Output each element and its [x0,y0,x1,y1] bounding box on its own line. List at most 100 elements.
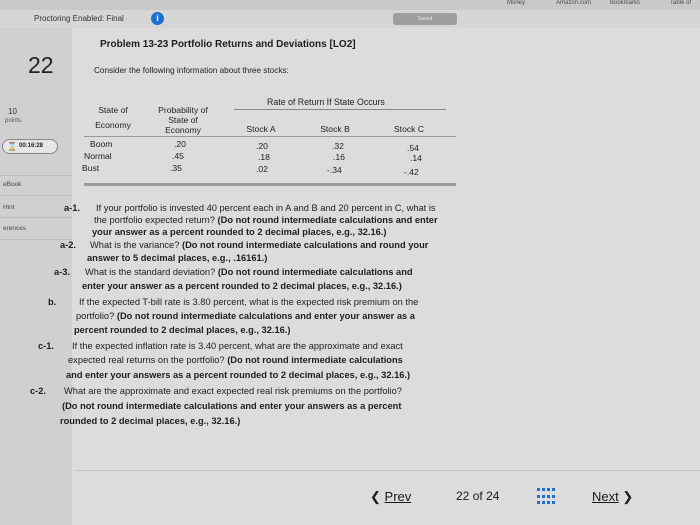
cell-stock-c: -.42 [404,167,419,177]
header-stock-a: Stock A [246,124,276,134]
question-text-part: expected real returns on the portfolio? [68,355,228,365]
cell-state: Normal [84,151,112,161]
page-indicator: 22 of 24 [456,489,499,503]
header-stock-c: Stock C [393,124,425,134]
question-instruction-text: your answer as a percent rounded to 2 de… [92,227,387,237]
cell-state: Boom [90,139,113,149]
grid-dot [547,488,550,491]
cell-probability: .45 [172,151,184,161]
proctoring-bar: Proctoring Enabled: Final i Saved [0,10,700,28]
grid-dot [537,488,540,491]
cell-stock-b: .16 [333,152,345,162]
question-label-c2: c-2. [30,386,47,396]
bookmark-money[interactable]: Money [507,0,525,6]
group-header-rule [234,109,446,110]
chevron-left-icon: ❮ [370,489,381,504]
question-text-part: What is the variance? [90,240,182,250]
prev-label: Prev [384,489,412,504]
cell-stock-b: -.34 [327,165,342,175]
header-line: Probability of [158,105,208,115]
question-instruction: and enter your answers as a percent roun… [66,370,410,381]
header-line: State of [168,115,198,125]
total-pages: 24 [486,489,500,503]
grid-dot [552,501,555,505]
question-number: 22 [28,52,54,78]
header-stock-b: Stock B [320,124,350,134]
question-instruction: your answer as a percent rounded to 2 de… [92,227,387,238]
cell-stock-a: .18 [258,152,270,162]
question-instruction: (Do not round intermediate calculations … [217,267,413,277]
question-instruction-text: enter your answer as a percent rounded t… [82,281,402,291]
cell-stock-a: .02 [256,164,268,174]
header-probability: Probability of State of Economy [148,105,218,135]
question-text: What are the approximate and exact expec… [64,386,402,396]
sidebar-divider [0,195,72,196]
question-instruction: percent rounded to 2 decimal places, e.g… [74,325,290,336]
question-label-a2: a-2. [60,240,77,250]
cell-stock-c: .54 [407,143,419,153]
question-text-part: What is the standard deviation? [85,267,218,277]
references-link[interactable]: erences [0,225,70,232]
timer-badge[interactable]: ⌛ 00:16:28 [2,139,58,154]
header-state-of-economy: State of Economy [88,105,138,130]
cell-probability: .20 [174,139,186,149]
question-text: If the expected T-bill rate is 3.80 perc… [79,297,419,307]
prev-button[interactable]: ❮ Prev [370,489,411,505]
grid-dot [537,501,540,505]
grid-dot [542,488,545,491]
cell-probability: .35 [170,163,182,173]
hourglass-icon: ⌛ [7,142,17,151]
question-grid-icon[interactable] [537,488,555,506]
grid-dot [547,501,550,505]
points-label: points [5,118,22,124]
hint-link[interactable]: Hint [0,204,70,211]
bookmark-amazon[interactable]: Amazon.com [556,0,591,6]
header-line: Economy [165,125,201,135]
question-instruction: enter your answer as a percent rounded t… [82,281,402,292]
question-text: What is the standard deviation? (Do not … [85,267,413,278]
question-instruction: (Do not round intermediate calculations … [62,401,401,412]
next-button[interactable]: Next ❯ [592,489,633,505]
sidebar-divider [0,217,72,218]
question-text: the portfolio expected return? (Do not r… [94,215,438,226]
question-label-c1: c-1. [38,341,55,351]
header-line: State of [98,105,128,115]
question-text: If the expected inflation rate is 3.40 p… [72,341,403,351]
question-text: If your portfolio is invested 40 percent… [96,203,436,213]
info-icon[interactable]: i [151,12,164,25]
question-instruction-text: rounded to 2 decimal places, e.g., 32.16… [60,416,241,426]
chevron-right-icon: ❯ [622,489,634,504]
grid-dot [552,494,555,498]
browser-bookmarks-bar: Money Amazon.com Bookmarks Table of [0,0,700,10]
question-label-a3: a-3. [54,267,71,277]
next-label: Next [592,489,619,504]
page-of-label: of [472,489,483,503]
bookmarks-label[interactable]: Bookmarks [610,0,640,6]
points-value: 10 [8,107,17,116]
ebook-link[interactable]: eBook [0,181,70,188]
grid-dot [542,494,545,498]
grid-dot [542,501,545,505]
question-instruction-text: (Do not round intermediate calculations … [62,401,402,411]
question-label-a1: a-1. [64,203,81,213]
question-text-part: portfolio? [76,311,117,321]
proctoring-status: Proctoring Enabled: Final [34,14,124,23]
question-instruction: (Do not round intermediate calculations … [116,311,415,321]
problem-intro: Consider the following information about… [94,66,289,75]
question-instruction: (Do not round intermediate calculations [227,355,403,365]
saved-status-badge: Saved [393,13,457,25]
cell-stock-a: .20 [256,141,268,151]
question-instruction-text: and enter your answers as a percent roun… [66,370,411,380]
question-label-b: b. [48,297,57,307]
bookmark-table-of[interactable]: Table of [670,0,691,6]
question-instruction: (Do not round intermediate calculations … [181,240,429,250]
sidebar-divider [0,175,72,176]
question-instruction-text: percent rounded to 2 decimal places, e.g… [74,325,291,335]
header-rule [84,136,456,137]
grid-dot [537,494,540,498]
cell-state: Bust [82,163,100,173]
question-instruction: rounded to 2 decimal places, e.g., 32.16… [60,416,240,427]
header-line: Economy [95,120,131,130]
question-instruction: answer to 5 decimal places, e.g., .16161… [87,253,267,264]
current-page: 22 [456,489,470,503]
